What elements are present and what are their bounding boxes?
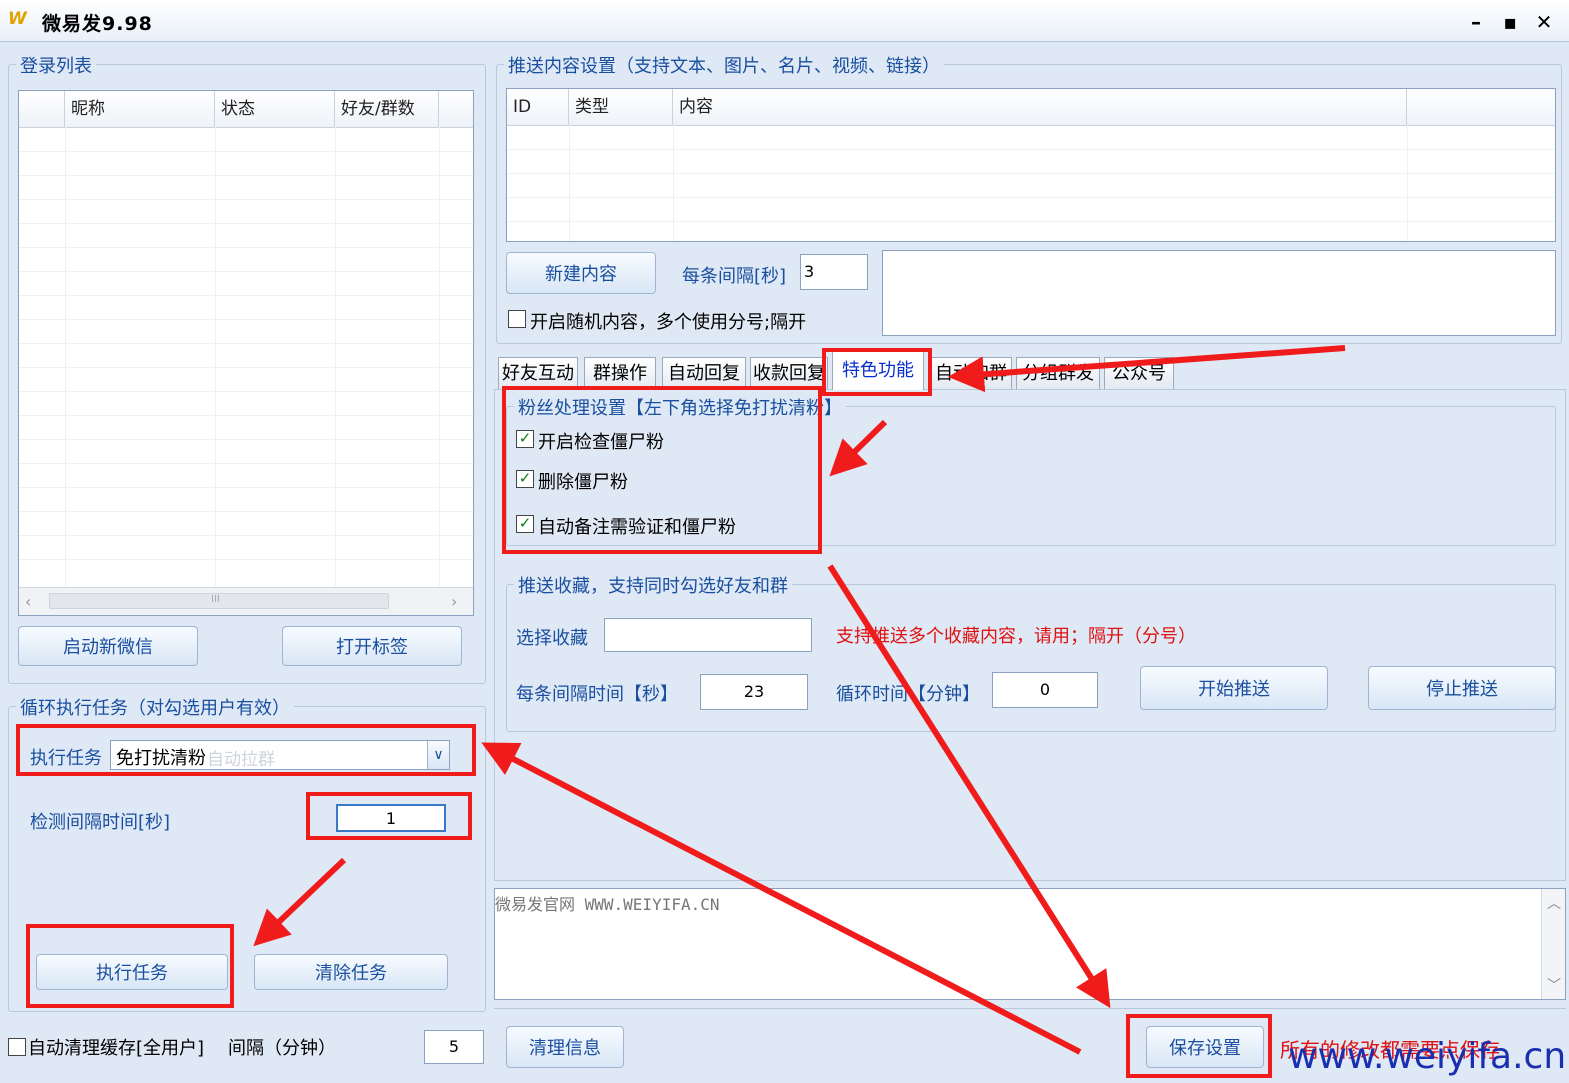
tab-friend-interaction[interactable]: 好友互动 [498,357,578,389]
favorites-push-legend: 推送收藏，支持同时勾选好友和群 [514,572,792,598]
check-zombie-checkbox[interactable]: ✓ [516,430,534,448]
task-select[interactable]: 免打扰清粉 自动拉群 ∨ [110,740,450,770]
push-interval-input[interactable]: 3 [800,254,868,290]
detect-interval-input[interactable]: 1 [336,804,446,832]
app-logo-icon: W [8,9,27,29]
auto-remark-label: 自动备注需验证和僵尸粉 [538,517,736,538]
site-watermark: www.weiyifa.cn [1288,1036,1567,1077]
start-push-button[interactable]: 开始推送 [1140,666,1328,710]
select-favorite-label: 选择收藏 [516,628,588,649]
auto-clean-interval-input[interactable]: 5 [424,1030,484,1064]
column-header-id[interactable]: ID [507,89,569,125]
task-selected-value: 免打扰清粉 [116,748,206,769]
start-new-wechat-button[interactable]: 启动新微信 [18,626,198,666]
scroll-down-icon[interactable]: ﹀ [1547,975,1561,995]
select-favorite-input[interactable] [604,618,812,652]
save-settings-button[interactable]: 保存设置 [1146,1026,1264,1068]
maximize-icon[interactable]: ▪ [1496,8,1524,36]
favorite-hint: 支持推送多个收藏内容，请用；隔开（分号） [836,626,1196,647]
scroll-grip: III [211,594,220,605]
auto-clean-interval-label: 间隔（分钟） [228,1038,336,1059]
delete-zombie-checkbox[interactable]: ✓ [516,470,534,488]
tab-auto-reply[interactable]: 自动回复 [662,357,746,389]
scroll-up-icon[interactable]: ︿ [1547,893,1561,913]
tab-auto-join-group[interactable]: 自动加群 [930,357,1012,389]
vertical-scrollbar[interactable]: ︿ ﹀ [1541,889,1565,999]
window-title: 微易发9.98 [42,13,153,35]
push-content-header: ID 类型 内容 [507,89,1555,126]
loop-time-input[interactable]: 0 [992,672,1098,708]
tab-official-account[interactable]: 公众号 [1104,357,1174,389]
close-icon[interactable]: ✕ [1530,8,1558,36]
random-content-textarea[interactable] [882,250,1556,336]
scroll-left-icon[interactable]: ‹ [25,592,31,611]
column-header-content[interactable]: 内容 [673,89,1407,125]
column-header-status[interactable]: 状态 [215,91,335,127]
open-tag-button[interactable]: 打开标签 [282,626,462,666]
auto-clean-checkbox[interactable] [8,1038,26,1056]
tab-group-operation[interactable]: 群操作 [584,357,656,389]
chevron-down-icon[interactable]: ∨ [427,741,449,769]
detect-interval-label: 检测间隔时间[秒] [30,812,171,833]
favorite-interval-label: 每条间隔时间【秒】 [516,684,678,705]
loop-task-legend: 循环执行任务（对勾选用户有效） [16,694,294,720]
loop-time-label: 循环时间【分钟】 [836,684,980,705]
favorite-interval-input[interactable]: 23 [700,674,808,710]
random-content-checkbox[interactable] [508,310,526,328]
delete-zombie-label: 删除僵尸粉 [538,472,628,493]
check-zombie-label: 开启检查僵尸粉 [538,432,664,453]
minimize-icon[interactable]: – [1462,8,1490,36]
tab-payment-reply[interactable]: 收款回复 [750,357,828,389]
column-header-select[interactable] [19,91,65,127]
horizontal-scrollbar[interactable]: ‹ III › [19,587,473,615]
clear-task-button[interactable]: 清除任务 [254,954,448,990]
auto-clean-label: 自动清理缓存[全用户] [28,1038,205,1059]
task-ghost-text: 自动拉群 [207,750,275,770]
push-interval-label: 每条间隔[秒] [682,266,787,287]
column-header-extra[interactable] [1407,89,1555,125]
column-header-nickname[interactable]: 昵称 [65,91,215,127]
new-content-button[interactable]: 新建内容 [506,252,656,294]
scroll-right-icon[interactable]: › [451,592,457,611]
footer-divider [494,1008,1566,1009]
stop-push-button[interactable]: 停止推送 [1368,666,1556,710]
task-label: 执行任务 [30,748,102,769]
run-task-button[interactable]: 执行任务 [36,954,228,990]
push-content-legend: 推送内容设置（支持文本、图片、名片、视频、链接） [504,52,944,78]
column-header-type[interactable]: 类型 [569,89,673,125]
log-textarea[interactable]: 微易发官网 WWW.WEIYIFA.CN ︿ ﹀ [494,888,1566,1000]
tab-group-broadcast[interactable]: 分组群发 [1016,357,1100,389]
login-list-grid[interactable]: 昵称 状态 好友/群数 ‹ III › [18,90,474,616]
login-list-legend: 登录列表 [16,52,96,78]
column-header-friends[interactable]: 好友/群数 [335,91,439,127]
random-content-label: 开启随机内容，多个使用分号;隔开 [530,312,807,333]
login-list-header: 昵称 状态 好友/群数 [19,91,473,128]
fans-settings-legend: 粉丝处理设置【左下角选择免打扰清粉】 [514,394,846,420]
tab-special-features[interactable]: 特色功能 [832,350,924,390]
clear-info-button[interactable]: 清理信息 [506,1026,624,1068]
log-text: 微易发官网 WWW.WEIYIFA.CN [495,895,720,914]
title-bar [0,0,1569,42]
push-content-grid[interactable]: ID 类型 内容 [506,88,1556,242]
auto-remark-checkbox[interactable]: ✓ [516,515,534,533]
